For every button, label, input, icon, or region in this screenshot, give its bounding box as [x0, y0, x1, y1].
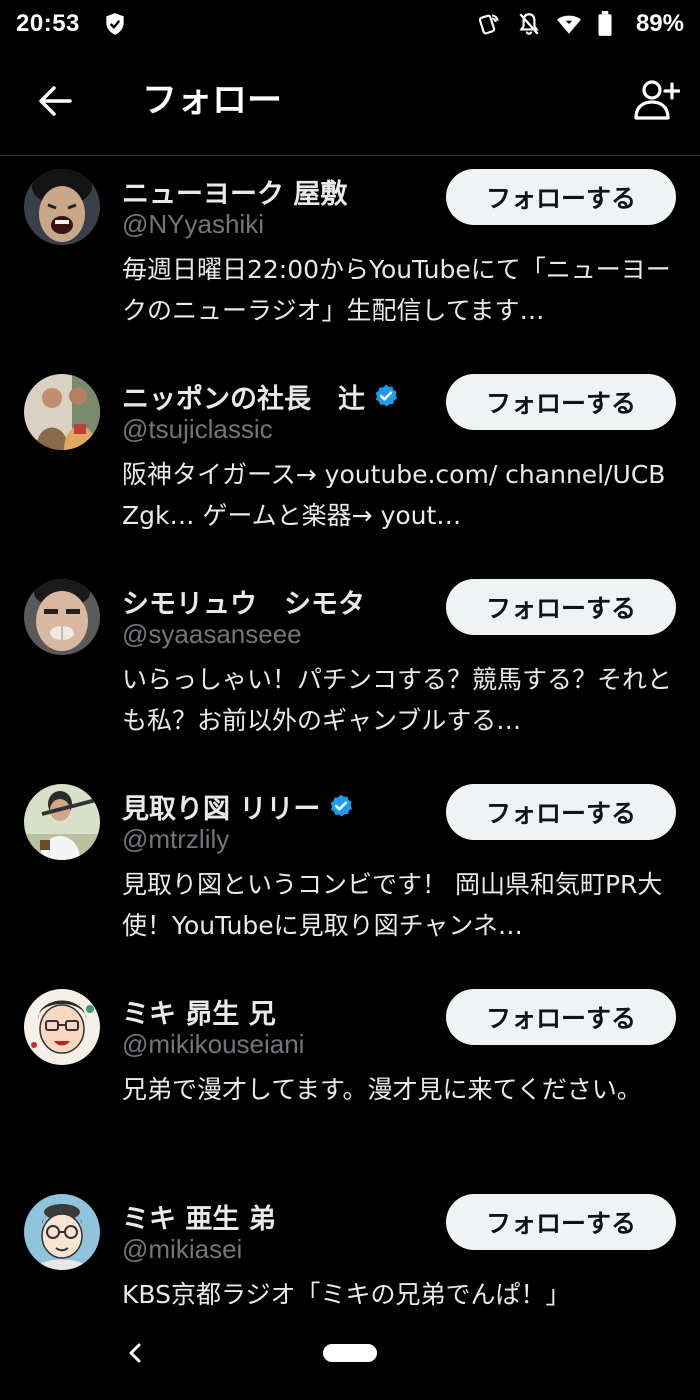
user-name-line: ニッポンの社長 辻: [122, 376, 399, 416]
user-name-line: ミキ 昴生 兄: [122, 991, 276, 1031]
home-pill-icon[interactable]: [323, 1344, 377, 1362]
list-item[interactable]: ニューヨーク 屋敷 @NYyashiki 毎週日曜日22:00からYouTube…: [0, 157, 700, 362]
user-bio: KBS京都ラジオ「ミキの兄弟でんぱ！」: [122, 1280, 571, 1309]
user-name: ミキ 亜生 弟: [122, 1203, 276, 1235]
user-name: ミキ 昴生 兄: [122, 998, 276, 1030]
user-bio: 阪神タイガース→ youtube.com/ channel/UCBZgk… ゲー…: [122, 460, 666, 530]
follow-button[interactable]: フォローする: [446, 579, 676, 635]
user-bio: 兄弟で漫才してます。漫才見に来てください。: [122, 1075, 642, 1104]
add-user-button[interactable]: [628, 76, 684, 128]
verified-badge-icon: [328, 793, 354, 819]
list-item[interactable]: シモリュウ シモタ @syaasanseee いらっしゃい！パチンコする？競馬す…: [0, 567, 700, 772]
user-name-line: ニューヨーク 屋敷: [122, 171, 347, 211]
chevron-left-icon[interactable]: [120, 1338, 150, 1368]
avatar[interactable]: [24, 1194, 100, 1270]
system-nav-bar: [0, 1316, 700, 1400]
follow-button[interactable]: フォローする: [446, 169, 676, 225]
user-name-line: ミキ 亜生 弟: [122, 1196, 276, 1236]
follow-button[interactable]: フォローする: [446, 989, 676, 1045]
nfc-icon: [476, 11, 502, 37]
battery-icon: [596, 11, 622, 37]
follow-button[interactable]: フォローする: [446, 1194, 676, 1250]
following-list: ニューヨーク 屋敷 @NYyashiki 毎週日曜日22:00からYouTube…: [0, 157, 700, 1387]
user-name: ニューヨーク 屋敷: [122, 178, 348, 210]
back-button[interactable]: [30, 80, 80, 126]
user-handle: @syaasanseee: [122, 619, 302, 649]
verified-badge-icon: [373, 383, 399, 409]
arrow-left-icon: [37, 85, 73, 121]
avatar[interactable]: [24, 579, 100, 655]
user-name-line: 見取り図 リリー: [122, 786, 354, 826]
user-handle: @tsujiclassic: [122, 414, 273, 444]
user-bio: いらっしゃい！パチンコする？競馬する？それとも私？お前以外のギャンブルする…: [122, 665, 673, 735]
status-time: 20:53: [16, 10, 80, 37]
status-icons: 89%: [476, 10, 684, 38]
user-name: ニッポンの社長 辻: [122, 383, 365, 415]
add-user-icon: [632, 78, 681, 126]
header: フォロー: [0, 48, 700, 156]
user-handle: @NYyashiki: [122, 209, 264, 239]
status-bar: 20:53 89%: [0, 0, 700, 48]
avatar[interactable]: [24, 374, 100, 450]
follow-button[interactable]: フォローする: [446, 784, 676, 840]
user-handle: @mikikouseiani: [122, 1029, 305, 1059]
list-item[interactable]: 見取り図 リリー @mtrzlily 見取り図というコンビです！ 岡山県和気町P…: [0, 772, 700, 977]
page-title: フォロー: [142, 81, 283, 121]
user-name: シモリュウ シモタ: [122, 588, 365, 620]
user-handle: @mikiasei: [122, 1234, 243, 1264]
user-name: 見取り図 リリー: [122, 793, 321, 825]
avatar[interactable]: [24, 169, 100, 245]
follow-button[interactable]: フォローする: [446, 374, 676, 430]
avatar[interactable]: [24, 784, 100, 860]
wifi-icon: [556, 11, 582, 37]
user-name-line: シモリュウ シモタ: [122, 581, 365, 621]
user-handle: @mtrzlily: [122, 824, 230, 854]
avatar[interactable]: [24, 989, 100, 1065]
shield-icon: [102, 11, 128, 37]
battery-percentage: 89%: [635, 10, 684, 37]
list-item[interactable]: ニッポンの社長 辻 @tsujiclassic 阪神タイガース→ youtube…: [0, 362, 700, 567]
user-bio: 毎週日曜日22:00からYouTubeにて「ニューヨークのニューラジオ」生配信し…: [122, 255, 671, 325]
user-bio: 見取り図というコンビです！ 岡山県和気町PR大使！YouTubeに見取り図チャン…: [122, 870, 663, 940]
notifications-off-icon: [516, 11, 542, 37]
list-item[interactable]: ミキ 昴生 兄 @mikikouseiani 兄弟で漫才してます。漫才見に来てく…: [0, 977, 700, 1182]
